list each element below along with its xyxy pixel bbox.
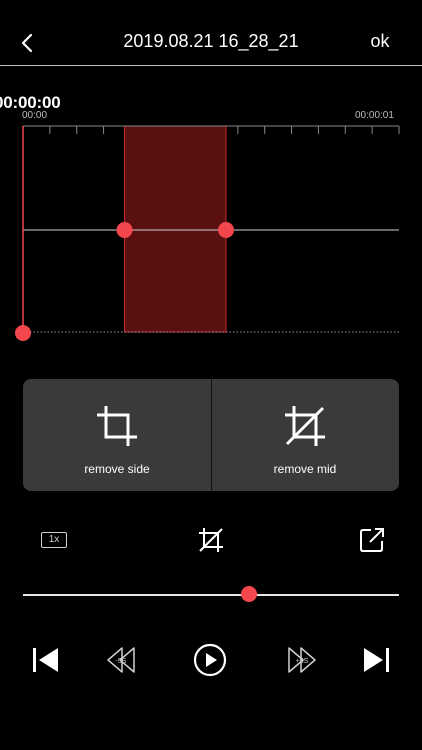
selection-region[interactable] <box>124 125 227 333</box>
skip-to-end-icon[interactable] <box>360 642 392 678</box>
progress-slider-thumb[interactable] <box>240 586 257 602</box>
page-title: 2019.08.21 16_28_21 <box>123 31 299 51</box>
remove-mid-button[interactable]: remove mid <box>211 379 399 491</box>
ok-button[interactable]: ok <box>360 31 400 52</box>
play-button[interactable] <box>193 643 227 677</box>
selection-start-handle[interactable] <box>116 222 133 238</box>
selection-end-handle[interactable] <box>218 222 235 238</box>
progress-slider[interactable] <box>23 594 399 596</box>
rewind-5s-icon[interactable]: -5S <box>104 642 136 678</box>
panel-divider <box>211 379 212 491</box>
crop-tool-icon[interactable] <box>197 526 225 554</box>
forward-5s-icon[interactable]: +5S <box>287 642 319 678</box>
header-divider <box>0 65 422 66</box>
share-icon[interactable] <box>358 526 386 554</box>
crop-icon <box>97 406 137 446</box>
remove-side-button[interactable]: remove side <box>23 379 211 491</box>
rewind-label: -5S <box>116 658 127 665</box>
remove-side-label: remove side <box>84 462 150 476</box>
chevron-left-icon <box>21 33 33 53</box>
trim-action-panel: remove side remove mid <box>23 379 399 491</box>
timeline-editor[interactable] <box>0 120 422 350</box>
skip-to-start-icon[interactable] <box>30 642 62 678</box>
remove-mid-label: remove mid <box>273 462 337 476</box>
play-icon <box>206 653 217 667</box>
back-button[interactable] <box>12 26 42 60</box>
playback-speed-button[interactable]: 1x <box>41 532 67 548</box>
forward-label: +5S <box>296 658 309 665</box>
playhead-handle[interactable] <box>15 325 31 341</box>
crop-slash-icon <box>285 406 325 446</box>
